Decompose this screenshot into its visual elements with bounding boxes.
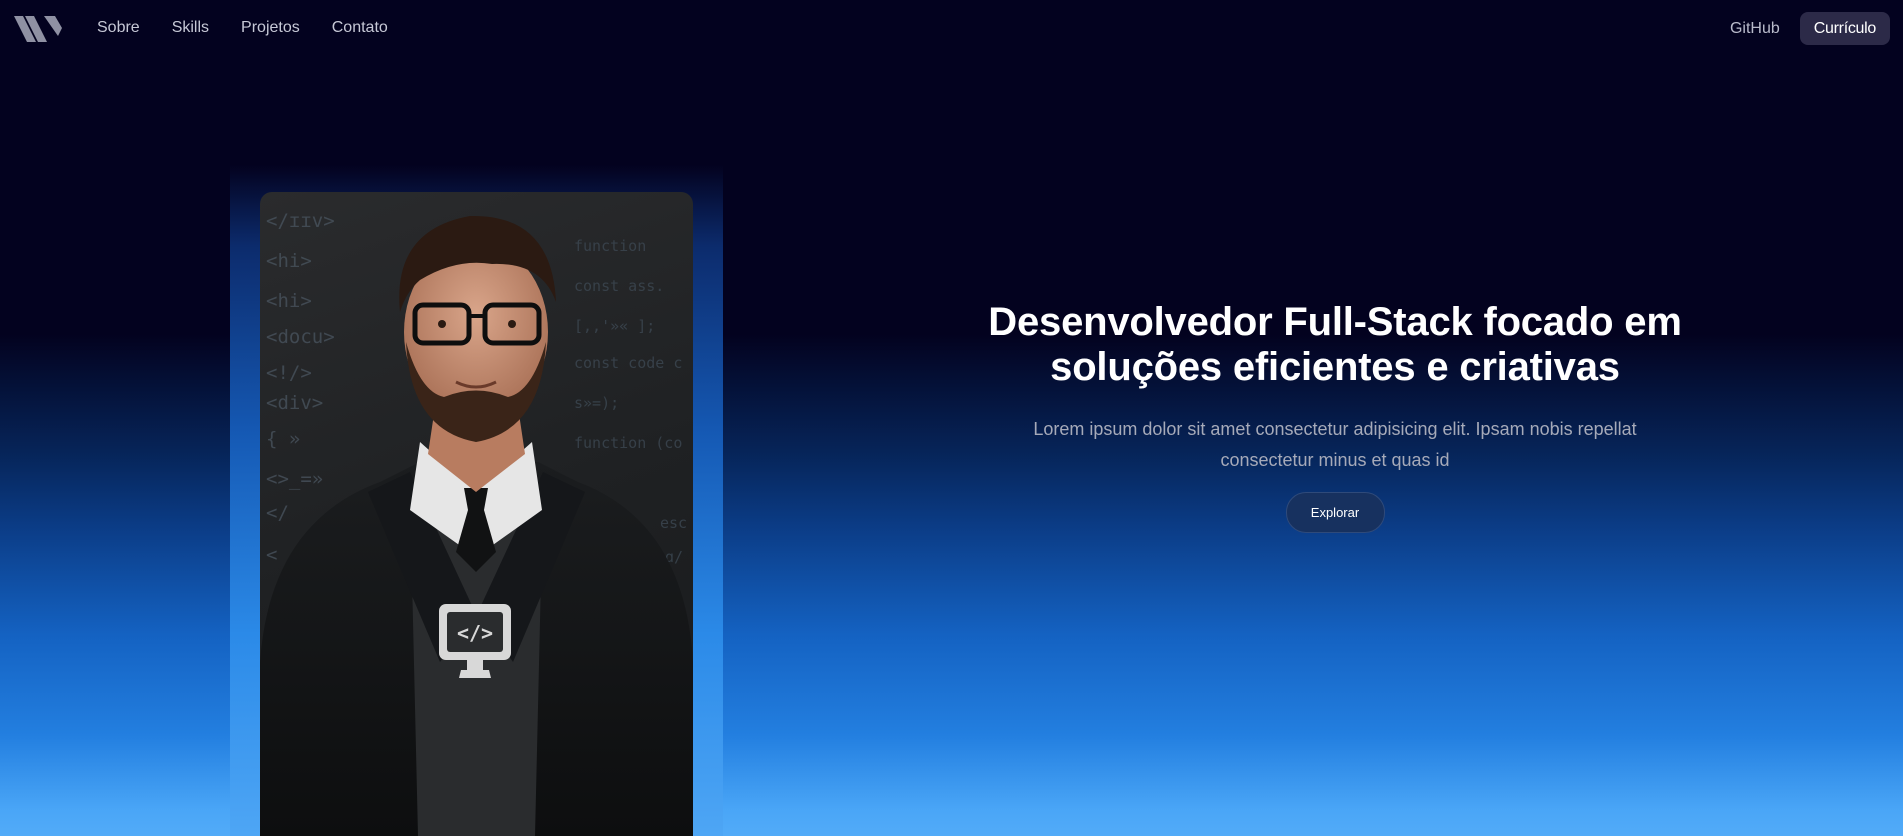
developer-portrait-photo: </ɪɪv> <hi> <hi> <docu> <!/> <div> { » <… [260, 192, 693, 836]
top-navbar: Sobre Skills Projetos Contato GitHub Cur… [0, 0, 1903, 56]
hero-title: Desenvolvedor Full-Stack focado em soluç… [935, 300, 1735, 390]
nav-links: Sobre Skills Projetos Contato [97, 19, 420, 37]
hero-description: Lorem ipsum dolor sit amet consectetur a… [1033, 419, 1637, 470]
explorar-button[interactable]: Explorar [1285, 492, 1385, 533]
hero-title-line-2: soluções eficientes e criativas [1050, 345, 1620, 389]
nav-link-contato[interactable]: Contato [332, 19, 388, 37]
hero-title-line-1: Desenvolvedor Full-Stack focado em [988, 300, 1682, 344]
code-monitor-icon: </> [439, 604, 511, 678]
hero-section: Desenvolvedor Full-Stack focado em soluç… [935, 300, 1735, 533]
nav-link-skills[interactable]: Skills [172, 19, 209, 37]
nav-link-projetos[interactable]: Projetos [241, 19, 300, 37]
github-link[interactable]: GitHub [1730, 20, 1780, 38]
person-illustration [260, 215, 693, 836]
curriculo-button[interactable]: Currículo [1799, 12, 1890, 45]
nav-link-sobre[interactable]: Sobre [97, 19, 140, 37]
nav-actions: GitHub Currículo [1730, 12, 1890, 45]
svg-text:</>: </> [457, 621, 493, 645]
brand-logo-icon[interactable] [14, 14, 64, 44]
